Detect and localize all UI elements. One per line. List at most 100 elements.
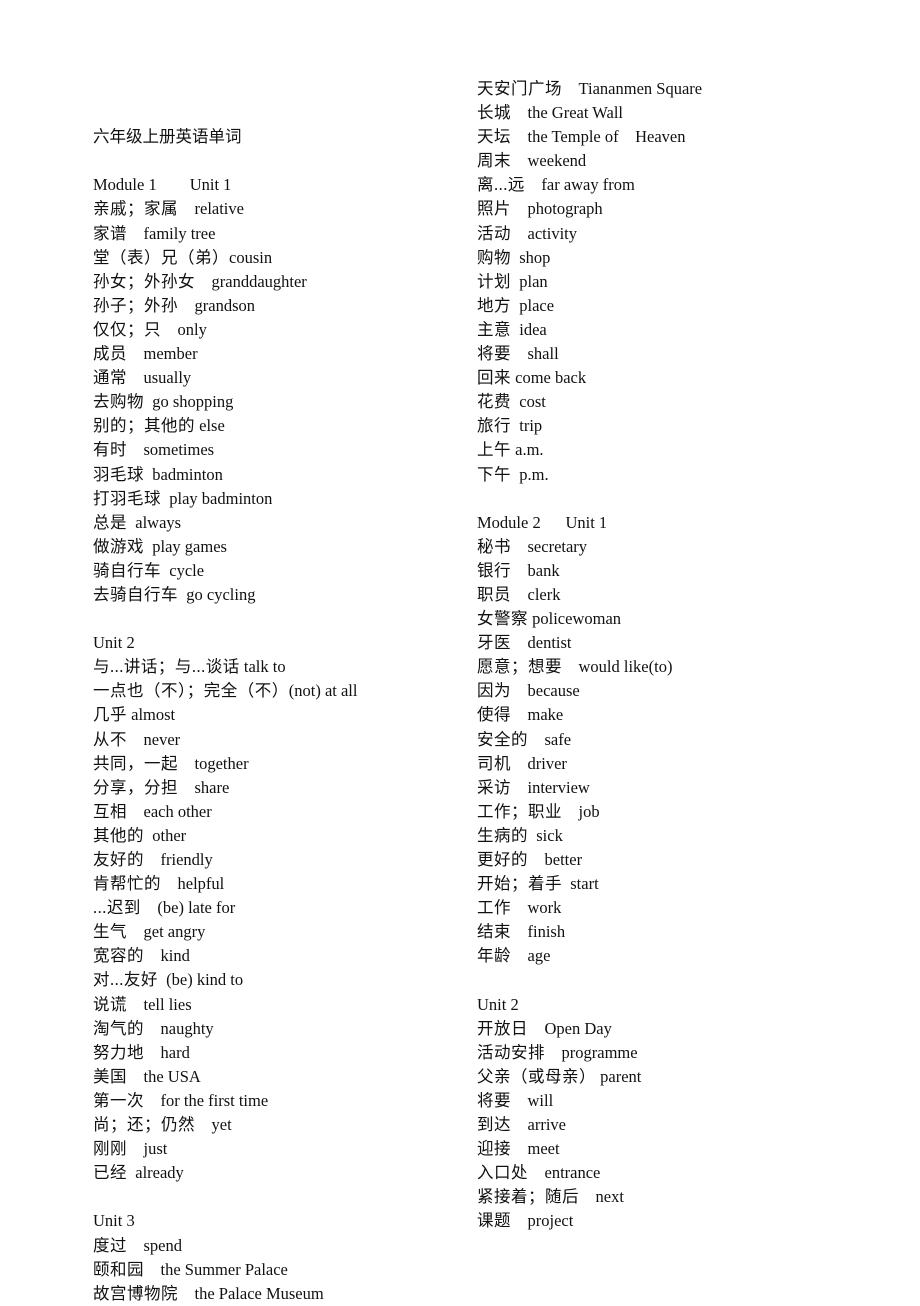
english-term: share [194,777,230,797]
chinese-term: 肯帮忙的 [93,874,161,894]
vocab-entry: 堂（表）兄（弟）cousin [93,246,357,270]
chinese-term: 从不 [93,729,127,749]
term-separator [511,1139,528,1158]
vocab-entry: 做游戏 play games [93,535,357,559]
section-heading: Unit 3 [93,1211,135,1231]
chinese-term: 照片 [477,199,511,219]
english-term: friendly [160,850,213,869]
term-separator [178,778,195,797]
english-term: grandson [194,295,256,315]
chinese-term: 其他的 [93,825,144,845]
english-term: bank [527,560,560,580]
english-term: come back [515,368,587,388]
term-separator [127,1067,144,1086]
chinese-term: 下午 [477,464,511,484]
term-separator [511,922,528,941]
section-heading: Module 1 Unit 1 [93,175,232,195]
term-separator [511,127,528,146]
english-term: only [177,319,207,339]
vocab-entry: 亲戚；家属 relative [93,197,357,221]
vocab-entry: 美国 the USA [93,1065,357,1089]
vocab-entry: 通常 usually [93,366,357,390]
vocab-entry: 已经 already [93,1161,357,1185]
term-separator [144,826,152,845]
english-term: idea [519,319,547,339]
vocab-entry: 将要 shall [477,342,702,366]
term-separator [562,802,579,821]
vocab-entry: 周末 weekend [477,149,702,173]
vocab-entry: 更好的 better [477,848,702,872]
term-separator [579,1187,596,1206]
term-separator [127,802,144,821]
vocab-entry: 一点也（不）；完全（不）(not) at all [93,679,357,703]
right-column: 天安门广场 Tiananmen Square 长城 the Great Wall 天… [477,77,702,1234]
chinese-term: 因为 [477,681,511,701]
term-separator [511,585,528,604]
chinese-term: 工作 [477,898,511,918]
english-term: usually [143,368,192,388]
vocab-entry: 将要 will [477,1089,702,1113]
chinese-term: 故宫博物院 [93,1283,178,1303]
english-term: finish [527,922,566,942]
chinese-term: 旅行 [477,416,511,436]
term-separator [178,585,186,604]
vocab-entry: 愿意；想要 would like(to) [477,655,702,679]
chinese-term: 有时 [93,440,127,460]
english-term: badminton [152,464,223,484]
chinese-term: 一点也（不）；完全（不） [93,681,289,701]
chinese-term: 到达 [477,1115,511,1135]
vocab-entry: 迎接 meet [477,1137,702,1161]
vocab-entry: 与...讲话；与...谈话 talk to [93,655,357,679]
chinese-term: 计划 [477,271,511,291]
chinese-term: 尚；还；仍然 [93,1115,195,1135]
chinese-term: 天坛 [477,127,511,147]
english-term: go cycling [186,584,256,604]
english-term: (be) late for [157,898,236,918]
vocab-entry: 司机 driver [477,752,702,776]
vocab-entry: 采访 interview [477,776,702,800]
english-term: never [143,729,181,749]
chinese-term: 工作；职业 [477,801,562,821]
vocab-entry: 银行 bank [477,559,702,583]
term-separator [562,657,579,676]
english-term: driver [527,753,567,773]
vocab-entry: 女警察 policewoman [477,607,702,631]
term-separator [127,1163,135,1182]
english-term: family tree [143,223,216,243]
english-term: activity [527,223,577,243]
chinese-term: 度过 [93,1235,127,1255]
english-term: trip [519,416,543,436]
term-separator [144,1043,161,1062]
vocab-entry: 计划 plan [477,270,702,294]
term-separator [178,754,195,773]
vocab-entry: 几乎 almost [93,703,357,727]
chinese-term: 骑自行车 [93,560,161,580]
chinese-term: 通常 [93,368,127,388]
chinese-term: 活动 [477,223,511,243]
english-term: the Temple of Heaven [527,127,686,147]
term-separator [511,296,519,315]
chinese-term: 将要 [477,344,511,364]
vocab-entry: 活动安排 programme [477,1041,702,1065]
vocab-entry: 天坛 the Temple of Heaven [477,125,702,149]
vocab-entry: 羽毛球 badminton [93,463,357,487]
english-term: Tiananmen Square [578,79,703,98]
term-separator [511,1211,528,1230]
chinese-term: 打羽毛球 [93,488,161,508]
vocab-entry: 购物 shop [477,246,702,270]
term-separator [528,850,545,869]
term-separator [127,1139,144,1158]
term-separator [511,1091,528,1110]
chinese-term: 去骑自行车 [93,584,178,604]
vocab-entry: 工作 work [477,896,702,920]
term-separator [511,537,528,556]
term-separator [511,224,528,243]
vocab-entry: 互相 each other [93,800,357,824]
vocab-entry: 对...友好 (be) kind to [93,968,357,992]
vocab-entry: 肯帮忙的 helpful [93,872,357,896]
term-separator [127,224,144,243]
term-separator [144,850,161,869]
chinese-term: 父亲（或母亲） [477,1066,596,1086]
term-separator [158,970,166,989]
